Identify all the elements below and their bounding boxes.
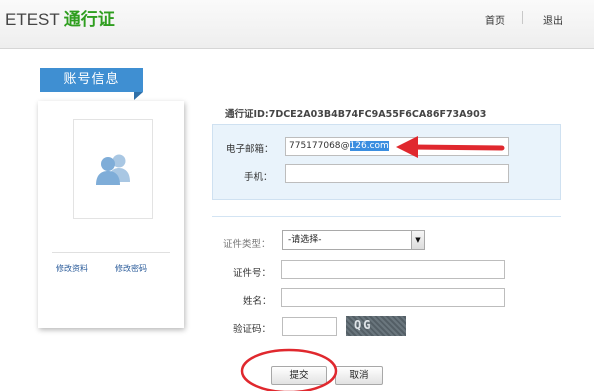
pass-id-text: 通行证ID:7DCE2A03B4B74FC9A55F6CA86F73A903 — [225, 109, 487, 120]
id-number-label: 证件号： — [233, 268, 272, 279]
top-header: ETEST 通行证 首页 退出 — [0, 0, 594, 49]
email-value-prefix: 775177068@ — [289, 141, 350, 151]
phone-label: 手机： — [244, 172, 273, 183]
account-info-tab[interactable]: 账号信息 — [40, 68, 143, 92]
tab-fold-decoration — [134, 92, 143, 100]
id-type-label: 证件类型： — [223, 239, 271, 250]
captcha-image-text: QG — [354, 318, 373, 332]
edit-password-link[interactable]: 修改密码 — [115, 263, 147, 274]
name-label: 姓名： — [243, 296, 272, 307]
captcha-image[interactable]: QG — [346, 316, 406, 336]
nav-logout-link[interactable]: 退出 — [543, 12, 563, 27]
name-field[interactable] — [281, 288, 505, 307]
avatar — [73, 119, 153, 219]
brand-logo: ETEST 通行证 — [5, 9, 115, 31]
nav-home-link[interactable]: 首页 — [485, 12, 505, 27]
email-value-selected: 126.com — [349, 141, 389, 151]
email-field[interactable]: 775177068@126.com — [285, 137, 509, 156]
phone-field[interactable] — [285, 164, 509, 183]
brand-name-en: ETEST — [5, 10, 60, 29]
brand-name-cn: 通行证 — [63, 10, 115, 30]
contact-section — [212, 124, 561, 200]
nav-separator — [522, 11, 523, 24]
profile-card: 修改资料 修改密码 — [38, 101, 184, 328]
id-number-field[interactable] — [281, 260, 505, 279]
captcha-field[interactable] — [282, 317, 337, 336]
email-label: 电子邮箱： — [226, 144, 274, 155]
submit-button[interactable]: 提交 — [271, 366, 327, 385]
section-divider — [212, 216, 561, 217]
card-divider — [52, 252, 170, 253]
captcha-label: 验证码： — [233, 324, 272, 335]
edit-profile-link[interactable]: 修改资料 — [56, 263, 88, 274]
users-icon — [96, 154, 130, 185]
id-type-select[interactable]: -请选择- ▼ — [282, 230, 425, 250]
chevron-down-icon[interactable]: ▼ — [411, 231, 424, 249]
cancel-button[interactable]: 取消 — [335, 366, 383, 385]
id-type-selected-value: -请选择- — [288, 235, 322, 245]
